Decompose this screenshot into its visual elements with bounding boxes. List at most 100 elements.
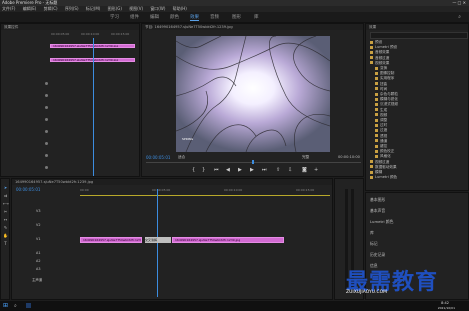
go-to-out-icon[interactable]: ⏭ — [262, 167, 267, 173]
track-label-a1[interactable]: A1 — [36, 251, 40, 255]
folder-icon — [375, 154, 378, 158]
program-video-frame[interactable]: SPRING — [176, 36, 330, 152]
search-icon[interactable]: ⌕ — [458, 14, 461, 20]
menu-sequence[interactable]: 序列(S) — [65, 6, 79, 11]
keyframe-toggle-icon[interactable] — [45, 142, 48, 145]
watermark-sub: ZUIXUJIAOYU.COM — [346, 290, 388, 295]
folder-icon — [375, 134, 378, 138]
panel-libraries[interactable]: 库 — [370, 230, 374, 236]
program-timecode[interactable]: 00:00:05:01 — [146, 155, 170, 160]
windows-start-icon[interactable]: ⊞ — [3, 302, 8, 309]
ripple-edit-tool-icon[interactable]: ⟷ — [3, 201, 9, 206]
step-forward-icon[interactable]: ▶ — [250, 167, 254, 173]
keyframe-toggle-icon[interactable] — [45, 94, 48, 97]
track-label-a3[interactable]: A3 — [36, 267, 40, 271]
workspace-tab-color[interactable]: 颜色 — [170, 14, 179, 20]
timeline-playhead[interactable] — [157, 189, 158, 297]
timeline-timecode[interactable]: 00:00:05:01 — [16, 187, 40, 192]
panel-lumetri-color[interactable]: Lumetri 颜色 — [370, 219, 393, 225]
folder-icon — [370, 175, 373, 179]
photo-tag: SPRING — [182, 137, 194, 141]
workspace-tab-libraries[interactable]: 库 — [254, 14, 259, 20]
track-label-v3[interactable]: V3 — [36, 209, 40, 213]
track-label-v2[interactable]: V2 — [36, 223, 40, 227]
program-monitor-panel: 节目: 164990164957.sJuNe7T50wbkt2fr.1239.j… — [141, 23, 364, 177]
extract-icon[interactable]: ⇩ — [288, 167, 292, 173]
track-label-a2[interactable]: A2 — [36, 259, 40, 263]
workspace-tab-audio[interactable]: 音频 — [210, 14, 219, 20]
taskbar-search-icon[interactable]: ⌕ — [14, 303, 17, 309]
effects-tree: 预设 Lumetri 预设 音频效果 音频过渡 视频效果 变换 图像控制 实用程… — [370, 40, 469, 190]
step-back-icon[interactable]: ◀ — [226, 167, 230, 173]
panel-essential-graphics[interactable]: 基本图形 — [370, 197, 385, 203]
keyframe-toggle-icon[interactable] — [45, 106, 48, 109]
menu-file[interactable]: 文件(F) — [2, 6, 15, 11]
timeline-title: 164990164957.sJuNe7T50wbkt2fr.1239.jpg — [15, 180, 94, 184]
effects-search-input[interactable] — [370, 32, 468, 39]
go-to-in-icon[interactable]: ⏮ — [214, 167, 219, 173]
menu-view[interactable]: 视图(V) — [129, 6, 143, 11]
keyframe-toggle-icon[interactable] — [45, 154, 48, 157]
effects-tree-item[interactable]: Lumetri 颜色 — [370, 175, 397, 180]
workspace-bar: 学习 组件 编辑 颜色 效果 音频 图形 库 ⌕ — [0, 12, 469, 23]
folder-icon — [375, 82, 378, 86]
menu-help[interactable]: 帮助(H) — [173, 6, 187, 11]
folder-icon — [375, 102, 378, 106]
menu-marker[interactable]: 标记(M) — [86, 6, 101, 11]
keyframe-toggle-icon[interactable] — [45, 82, 48, 85]
hand-tool-icon[interactable]: ✋ — [3, 233, 8, 238]
track-label-v1[interactable]: V1 — [36, 237, 40, 241]
play-icon[interactable]: ▶ — [238, 167, 242, 173]
workspace-tab-editing[interactable]: 编辑 — [150, 14, 159, 20]
folder-icon — [370, 50, 373, 54]
tools-panel: ➤ ⇉ ⟷ ✂ ↔ ✎ ✋ T — [0, 178, 10, 300]
fit-dropdown[interactable]: 适合 — [178, 155, 185, 160]
workspace-tab-effects[interactable]: 效果 — [190, 14, 199, 21]
razor-tool-icon[interactable]: ✂ — [3, 209, 8, 214]
ruler-tick: 00:00:05:00 — [152, 188, 171, 192]
quality-dropdown[interactable]: 完整 — [302, 155, 309, 160]
timeline-ruler[interactable]: 00:00 00:00:05:00 00:00:10:00 00:00:15:0… — [80, 188, 330, 194]
add-button-icon[interactable]: + — [314, 167, 318, 173]
program-monitor-header: 节目: 164990164957.sJuNe7T50wbkt2fr.1239.j… — [142, 24, 363, 30]
menu-graphics[interactable]: 图形(G) — [108, 6, 122, 11]
work-area-bar[interactable] — [80, 195, 330, 196]
timeline-clip-a[interactable]: 164990164957.sJuNe7T50wbkt2fr.1239.jpg — [80, 237, 142, 243]
effect-controls-playhead[interactable] — [93, 38, 94, 176]
mark-in-icon[interactable]: { — [192, 167, 195, 173]
lift-icon[interactable]: ⇪ — [276, 167, 280, 173]
folder-icon — [370, 45, 373, 49]
panel-essential-sound[interactable]: 基本声音 — [370, 208, 385, 214]
track-select-tool-icon[interactable]: ⇉ — [3, 193, 8, 198]
folder-icon — [375, 123, 378, 127]
folder-icon — [375, 66, 378, 70]
keyframe-toggle-icon[interactable] — [45, 130, 48, 133]
type-tool-icon[interactable]: T — [3, 241, 8, 246]
panel-history[interactable]: 历史记录 — [370, 252, 385, 258]
export-frame-icon[interactable]: ◙ — [302, 167, 307, 173]
folder-icon — [375, 108, 378, 112]
folder-icon — [375, 128, 378, 132]
workspace-tab-assembly[interactable]: 组件 — [130, 14, 139, 20]
ruler-tick: 00:00 — [80, 188, 89, 192]
program-playhead[interactable] — [252, 160, 254, 164]
menu-clip[interactable]: 剪辑(C) — [44, 6, 58, 11]
menu-edit[interactable]: 编辑(E) — [23, 6, 37, 11]
panel-markers[interactable]: 标记 — [370, 241, 378, 247]
pen-tool-icon[interactable]: ✎ — [3, 225, 8, 230]
transition-cross-dissolve[interactable]: 交叉溶解 — [145, 237, 171, 243]
timeline-clip-b[interactable]: 164990164957.sJuNe7T50wbkt2fr.1239.jpg — [172, 237, 284, 243]
keyframe-toggle-icon[interactable] — [45, 166, 48, 169]
selection-tool-icon[interactable]: ➤ — [3, 185, 8, 190]
slip-tool-icon[interactable]: ↔ — [3, 217, 8, 222]
mark-out-icon[interactable]: } — [202, 167, 205, 173]
ruler-tick-3: 00:00:15:00 — [111, 32, 130, 36]
workspace-tab-graphics[interactable]: 图形 — [232, 14, 241, 20]
program-duration: 00:00:10:00 — [338, 155, 360, 159]
window-title: Adobe Premiere Pro - 无标题 — [2, 0, 58, 5]
keyframe-toggle-icon[interactable] — [45, 118, 48, 121]
effect-controls-title: 效果控件 — [4, 25, 19, 29]
menu-window[interactable]: 窗口(W) — [150, 6, 165, 11]
taskbar-app-icon[interactable] — [26, 303, 31, 308]
workspace-tab-learn[interactable]: 学习 — [110, 14, 119, 20]
